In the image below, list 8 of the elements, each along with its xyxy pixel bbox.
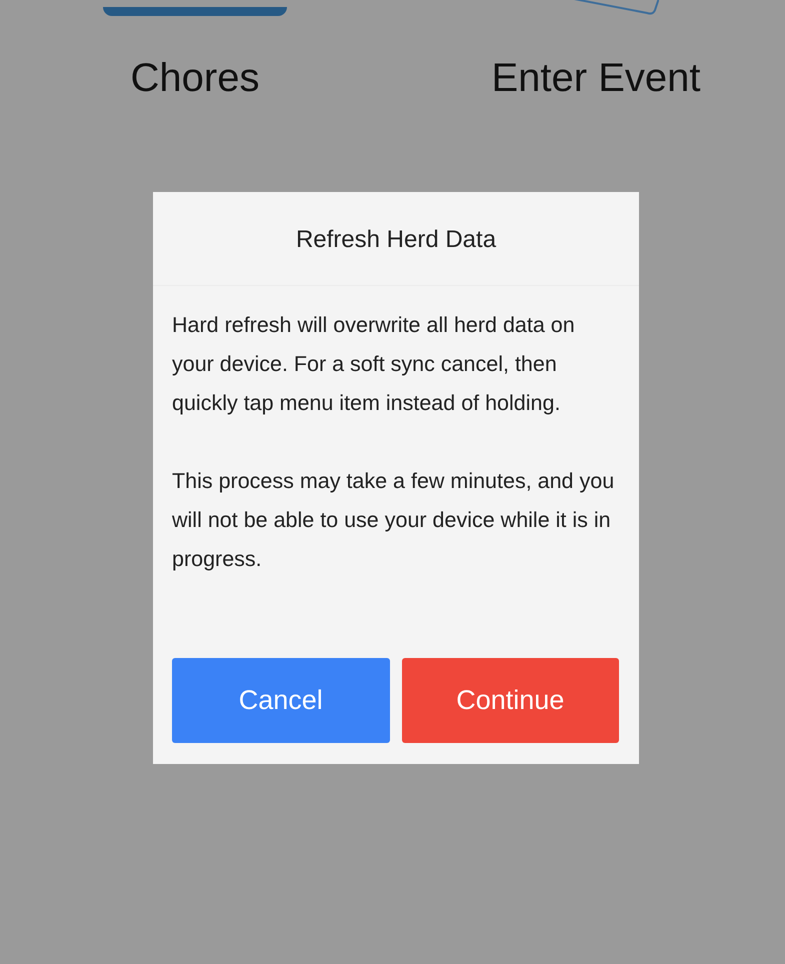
dialog-message: Hard refresh will overwrite all herd data on your device. For a soft sync cancel, then quickly tap menu item instead of holding. <box>171 312 576 417</box>
continue-button[interactable]: Continue <box>402 658 619 743</box>
tile-label[interactable]: Enter Event <box>491 54 700 102</box>
tile-label[interactable]: Chores <box>130 54 260 102</box>
dialog-title: Refresh Herd Data <box>153 192 639 286</box>
tile-icon[interactable] <box>103 7 287 16</box>
dialog-message: This process may take a few minutes, and you will not be able to use your device while it is in progress. <box>171 468 616 573</box>
cancel-button[interactable]: Cancel <box>172 658 390 743</box>
